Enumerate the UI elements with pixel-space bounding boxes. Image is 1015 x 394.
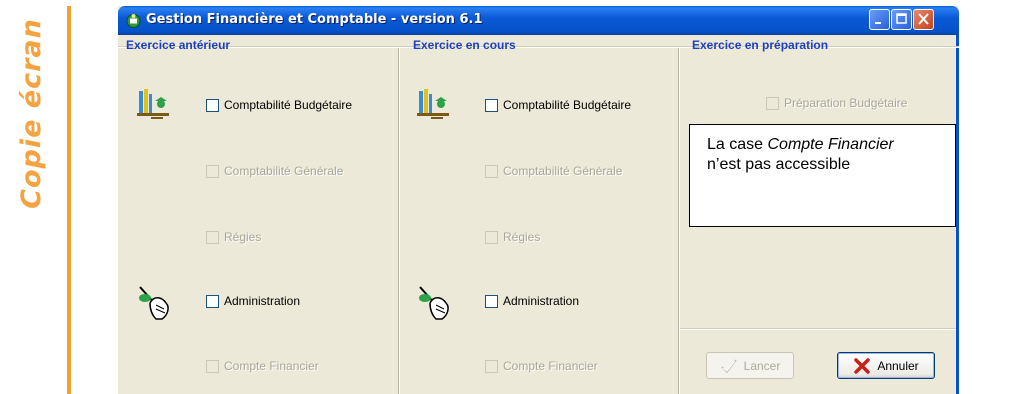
app-window: Gestion Financière et Comptable - versio…: [118, 6, 959, 394]
checkbox-current-budgetaire[interactable]: Comptabilité Budgétaire: [485, 98, 631, 112]
checkbox-previous-administration[interactable]: Administration: [206, 294, 300, 308]
cancel-button[interactable]: Annuler: [837, 352, 935, 379]
window-border: [956, 35, 959, 394]
checkbox-box[interactable]: [485, 294, 498, 308]
checkbox-current-generale: Comptabilité Générale: [485, 164, 622, 178]
annotation-callout: La case Compte Financier n’est pas acces…: [689, 124, 956, 227]
launch-label: Lancer: [743, 358, 781, 373]
option-label: Compte Financier: [224, 359, 319, 373]
column-divider: [678, 46, 680, 394]
option-label: Compte Financier: [503, 359, 598, 373]
checkbox-box: [206, 359, 219, 373]
checkbox-previous-regies: Régies: [206, 230, 261, 244]
column-title-previous: Exercice antérieur: [126, 38, 231, 52]
launch-button: Lancer: [706, 352, 794, 379]
window-title: Gestion Financière et Comptable - versio…: [146, 12, 483, 27]
app-logo-icon: [126, 14, 141, 28]
checkbox-box: [766, 96, 779, 110]
checkbox-box: [206, 230, 219, 244]
maximize-button[interactable]: [891, 9, 912, 30]
option-label: Administration: [224, 294, 301, 308]
red-x-icon: [853, 357, 871, 374]
checkbox-box: [485, 164, 498, 178]
checkbox-previous-compte-financier: Compte Financier: [206, 359, 319, 373]
checkbox-preparation-budgetaire: Préparation Budgétaire: [766, 96, 907, 110]
side-caption-text: Copie écran: [15, 17, 47, 209]
checkbox-current-regies: Régies: [485, 230, 540, 244]
header-divider: [118, 46, 959, 48]
option-label: Administration: [503, 294, 580, 308]
column-title-current: Exercice en cours: [413, 38, 516, 52]
option-label: Comptabilité Budgétaire: [503, 98, 632, 112]
checkbox-box[interactable]: [485, 98, 498, 112]
checkbox-box: [485, 359, 498, 373]
minimize-button[interactable]: [869, 9, 890, 30]
close-icon: [918, 13, 929, 25]
callout-line-1: La case Compte Financier: [707, 135, 955, 155]
checkbox-current-compte-financier: Compte Financier: [485, 359, 598, 373]
checkbox-box: [485, 230, 498, 244]
button-area-divider: [680, 328, 956, 330]
close-button[interactable]: [913, 9, 934, 30]
checkbox-box: [206, 164, 219, 178]
budget-scale-icon: [137, 89, 169, 119]
checkbox-current-administration[interactable]: Administration: [485, 294, 579, 308]
cancel-label: Annuler: [877, 358, 919, 373]
option-label: Préparation Budgétaire: [784, 96, 908, 110]
option-label: Comptabilité Générale: [224, 164, 344, 178]
checkbox-box[interactable]: [206, 294, 219, 308]
option-label: Régies: [503, 230, 541, 244]
admin-hand-icon: [419, 286, 449, 320]
callout-prefix: La case: [707, 136, 768, 153]
checkbox-previous-budgetaire[interactable]: Comptabilité Budgétaire: [206, 98, 352, 112]
side-accent-bar: [67, 6, 71, 394]
side-caption: Copie écran: [6, 8, 56, 218]
checkbox-box[interactable]: [206, 98, 219, 112]
column-title-preparation: Exercice en préparation: [692, 38, 829, 52]
checkmark-icon: [720, 358, 738, 374]
checkbox-previous-generale: Comptabilité Générale: [206, 164, 343, 178]
callout-line-2: n’est pas accessible: [707, 156, 851, 173]
minimize-icon: [875, 22, 881, 24]
callout-emphasis: Compte Financier: [767, 136, 894, 153]
admin-hand-icon: [139, 286, 169, 320]
option-label: Comptabilité Générale: [503, 164, 623, 178]
budget-scale-icon: [417, 89, 449, 119]
option-label: Comptabilité Budgétaire: [224, 98, 353, 112]
title-bar[interactable]: Gestion Financière et Comptable - versio…: [118, 6, 959, 35]
maximize-icon: [896, 13, 907, 24]
option-label: Régies: [224, 230, 262, 244]
column-divider: [398, 46, 400, 394]
